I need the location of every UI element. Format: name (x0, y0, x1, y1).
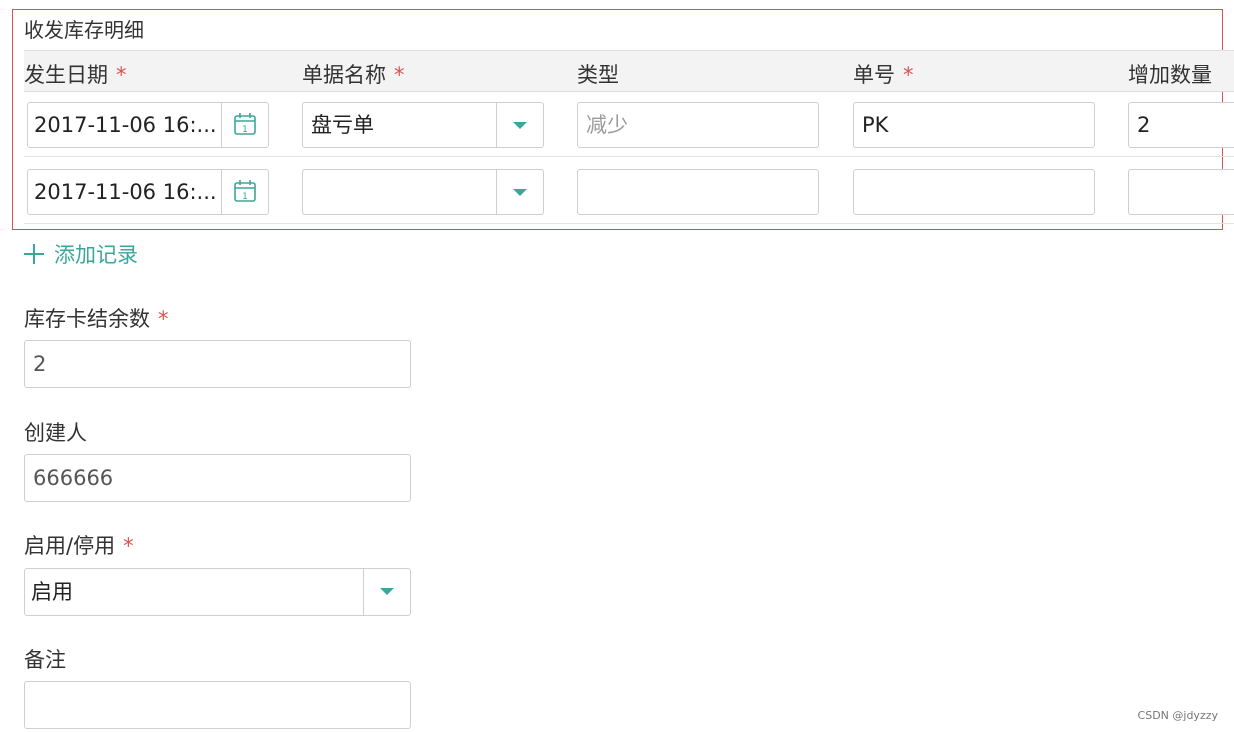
creator-label: 创建人 (24, 421, 87, 445)
required-mark: * (123, 534, 134, 558)
remark-label: 备注 (24, 648, 66, 672)
calendar-icon: 1 (234, 113, 256, 135)
select-toggle[interactable] (363, 569, 410, 615)
date-field[interactable]: 2017-11-06 16:... 1 (27, 169, 269, 215)
column-label: 增加数量 (1128, 63, 1212, 87)
qty-field[interactable]: 2 (1128, 102, 1234, 148)
date-value: 2017-11-06 16:... (34, 113, 217, 137)
date-picker-button[interactable]: 1 (221, 170, 268, 214)
date-value: 2017-11-06 16:... (34, 180, 217, 204)
add-record-link[interactable]: 添加记录 (24, 239, 138, 269)
plus-icon (24, 244, 44, 264)
number-field[interactable] (853, 169, 1095, 215)
label-text: 库存卡结余数 (24, 307, 150, 331)
number-field[interactable]: PK (853, 102, 1095, 148)
status-value: 启用 (31, 580, 73, 604)
required-mark: * (158, 307, 169, 331)
type-field[interactable] (577, 169, 819, 215)
qty-field[interactable] (1128, 169, 1234, 215)
doc-name-select[interactable] (302, 169, 544, 215)
column-label: 发生日期 (24, 63, 108, 87)
svg-text:1: 1 (242, 125, 248, 135)
doc-name-value: 盘亏单 (311, 113, 374, 137)
caret-down-icon (513, 189, 527, 196)
svg-text:1: 1 (242, 192, 248, 202)
table-header: 发生日期 * 单据名称 * 类型 单号 * 增加数量 (24, 50, 1234, 92)
column-header-date: 发生日期 * (24, 59, 127, 89)
balance-label: 库存卡结余数 * (24, 303, 169, 333)
remark-input[interactable] (24, 681, 411, 729)
detail-table: 发生日期 * 单据名称 * 类型 单号 * 增加数量 2017-11-06 16:..… (24, 50, 1234, 230)
column-header-doc-name: 单据名称 * (302, 59, 405, 89)
column-header-number: 单号 * (853, 59, 914, 89)
select-toggle[interactable] (496, 103, 543, 147)
type-field[interactable]: 减少 (577, 102, 819, 148)
row-divider (24, 223, 1234, 224)
required-mark: * (116, 63, 127, 87)
required-mark: * (903, 63, 914, 87)
column-header-type: 类型 (577, 59, 619, 89)
creator-input[interactable]: 666666 (24, 454, 411, 502)
status-label: 启用/停用 * (24, 530, 134, 560)
column-label: 单号 (853, 63, 895, 87)
row-divider (24, 156, 1234, 157)
caret-down-icon (380, 588, 394, 595)
date-picker-button[interactable]: 1 (221, 103, 268, 147)
column-label: 类型 (577, 63, 619, 87)
doc-name-select[interactable]: 盘亏单 (302, 102, 544, 148)
caret-down-icon (513, 122, 527, 129)
status-select[interactable]: 启用 (24, 568, 411, 616)
date-field[interactable]: 2017-11-06 16:... 1 (27, 102, 269, 148)
add-record-label: 添加记录 (54, 243, 138, 267)
required-mark: * (394, 63, 405, 87)
label-text: 启用/停用 (24, 534, 116, 558)
column-header-qty: 增加数量 (1128, 59, 1212, 89)
column-label: 单据名称 (302, 63, 386, 87)
select-toggle[interactable] (496, 170, 543, 214)
balance-input[interactable]: 2 (24, 340, 411, 388)
watermark: CSDN @jdyzzy (1137, 709, 1218, 722)
calendar-icon: 1 (234, 180, 256, 202)
